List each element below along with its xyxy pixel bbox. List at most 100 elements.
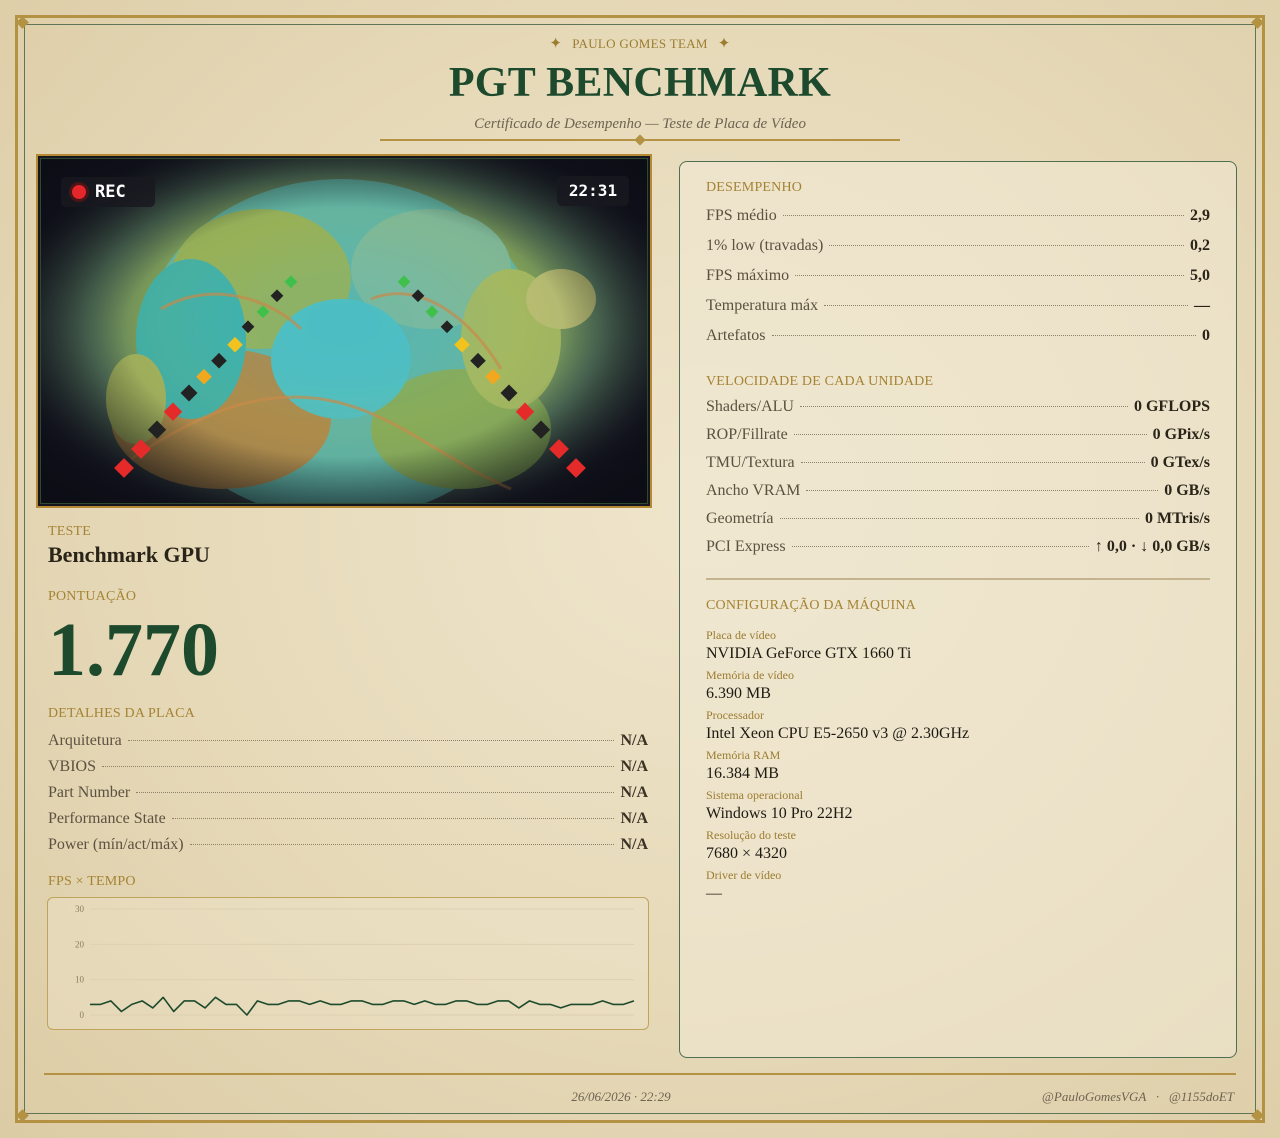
detail-label: Power (mín/act/máx) [48, 836, 184, 853]
perf-row-1pct-low: 1% low (travadas) 0,2 [706, 237, 1210, 267]
certificate-header: ✦ PAULO GOMES TEAM ✦ PGT BENCHMARK Certi… [0, 34, 1280, 133]
performance-label: DESEMPENHO [706, 180, 803, 195]
detail-label: Arquitetura [48, 732, 122, 749]
y-tick-label: 20 [75, 939, 85, 949]
page-subtitle: Certificado de Desempenho — Teste de Pla… [474, 116, 806, 132]
config-cpu: Processador Intel Xeon CPU E5-2650 v3 @ … [706, 708, 1210, 748]
footer-divider [44, 1073, 1236, 1075]
unit-speed-list: Shaders/ALU 0 GFLOPS ROP/Fillrate 0 GPix… [706, 398, 1210, 566]
detail-value: N/A [620, 810, 648, 827]
config-value: — [706, 885, 722, 902]
config-key: Resolução do teste [706, 828, 796, 842]
fps-chart: 0 10 20 30 [47, 897, 649, 1030]
test-label: TESTE [48, 524, 91, 539]
performance-list: FPS médio 2,9 1% low (travadas) 0,2 FPS … [706, 207, 1210, 357]
dot-leader [779, 518, 1139, 519]
detail-label: VBIOS [48, 758, 97, 775]
perf-row-temp-max: Temperatura máx — [706, 297, 1210, 327]
config-driver: Driver de vídeo — [706, 868, 1210, 908]
fps-chart-title: FPS × TEMPO [48, 874, 136, 889]
speed-row-pci-express: PCI Express ↑ 0,0 · ↓ 0,0 GB/s [706, 538, 1210, 566]
dot-leader [102, 766, 615, 767]
detail-row-power: Power (mín/act/máx) N/A [48, 836, 648, 862]
detail-row-architecture: Arquitetura N/A [48, 732, 648, 758]
test-name: Benchmark GPU [48, 542, 210, 567]
dot-leader [136, 792, 615, 793]
unit-speed-label: VELOCIDADE DE CADA UNIDADE [706, 374, 934, 389]
perf-label: Temperatura máx [706, 297, 819, 314]
dot-leader [771, 335, 1196, 336]
y-tick-label: 30 [75, 904, 85, 914]
config-vram: Memória de vídeo 6.390 MB [706, 668, 1210, 708]
board-details-label: DETALHES DA PLACA [48, 706, 195, 721]
detail-value: N/A [620, 758, 648, 775]
dot-leader [795, 275, 1184, 276]
detail-value: N/A [620, 732, 648, 749]
perf-value: 0,2 [1190, 237, 1210, 254]
speed-label: Geometría [706, 510, 774, 527]
dot-leader [799, 406, 1128, 407]
detail-row-vbios: VBIOS N/A [48, 758, 648, 784]
fps-series-line [90, 996, 635, 1016]
recording-indicator: REC [61, 177, 155, 207]
perf-value: 2,9 [1190, 207, 1210, 224]
perf-value: — [1194, 297, 1210, 314]
speed-value: 0 GPix/s [1152, 426, 1210, 443]
config-value: Windows 10 Pro 22H2 [706, 805, 853, 822]
speed-label: Ancho VRAM [706, 482, 801, 499]
team-line: ✦ PAULO GOMES TEAM ✦ [0, 34, 1280, 53]
config-os: Sistema operacional Windows 10 Pro 22H2 [706, 788, 1210, 828]
config-key: Placa de vídeo [706, 628, 776, 642]
score-value: 1.770 [48, 608, 219, 692]
perf-label: 1% low (travadas) [706, 237, 824, 254]
speed-value: 0 GB/s [1164, 482, 1210, 499]
perf-label: Artefatos [706, 327, 766, 344]
footer-handles: @PauloGomesVGA · @1155doET [1041, 1089, 1234, 1104]
sparkle-icon: ✦ [549, 36, 563, 52]
perf-row-fps-avg: FPS médio 2,9 [706, 207, 1210, 237]
sparkle-icon: ✦ [717, 36, 731, 52]
config-value: 6.390 MB [706, 685, 771, 702]
fps-chart-svg: 0 10 20 30 [75, 904, 635, 1020]
config-value: 7680 × 4320 [706, 845, 788, 862]
recording-label: REC [95, 182, 126, 202]
recording-clock: 22:31 [557, 176, 629, 206]
results-panel: DESEMPENHO FPS médio 2,9 1% low (travada… [679, 161, 1237, 1058]
config-resolution: Resolução do teste 7680 × 4320 [706, 828, 1210, 868]
speed-row-geometry: Geometría 0 MTris/s [706, 510, 1210, 538]
config-value: 16.384 MB [706, 765, 779, 782]
speed-label: TMU/Textura [706, 454, 795, 471]
dot-leader [189, 844, 615, 845]
config-value: NVIDIA GeForce GTX 1660 Ti [706, 645, 912, 662]
perf-row-fps-max: FPS máximo 5,0 [706, 267, 1210, 297]
speed-value: ↑ 0,0 · ↓ 0,0 GB/s [1094, 538, 1210, 555]
speed-value: 0 GTex/s [1150, 454, 1210, 471]
benchmark-render-image: REC 22:31 [40, 158, 648, 504]
dot-leader [782, 215, 1184, 216]
config-value: Intel Xeon CPU E5-2650 v3 @ 2.30GHz [706, 725, 970, 742]
record-dot-icon [69, 182, 89, 202]
dot-leader [829, 245, 1184, 246]
dot-leader [793, 434, 1147, 435]
detail-row-performance-state: Performance State N/A [48, 810, 648, 836]
detail-row-part-number: Part Number N/A [48, 784, 648, 810]
perf-row-artifacts: Artefatos 0 [706, 327, 1210, 357]
config-ram: Memória RAM 16.384 MB [706, 748, 1210, 788]
score-label: PONTUAÇÃO [48, 589, 137, 604]
speed-label: PCI Express [706, 538, 786, 555]
fractal-render-art [41, 159, 647, 503]
dot-leader [791, 546, 1089, 547]
config-key: Memória RAM [706, 748, 781, 762]
panel-divider [706, 578, 1210, 580]
page-title: PGT BENCHMARK [448, 60, 832, 106]
speed-row-shaders: Shaders/ALU 0 GFLOPS [706, 398, 1210, 426]
detail-value: N/A [620, 784, 648, 801]
speed-value: 0 MTris/s [1144, 510, 1210, 527]
speed-value: 0 GFLOPS [1133, 398, 1210, 415]
config-key: Sistema operacional [706, 788, 803, 802]
dot-leader [127, 740, 615, 741]
team-name: PAULO GOMES TEAM [572, 35, 708, 51]
perf-value: 5,0 [1190, 267, 1210, 284]
config-key: Memória de vídeo [706, 668, 794, 682]
speed-row-vram: Ancho VRAM 0 GB/s [706, 482, 1210, 510]
